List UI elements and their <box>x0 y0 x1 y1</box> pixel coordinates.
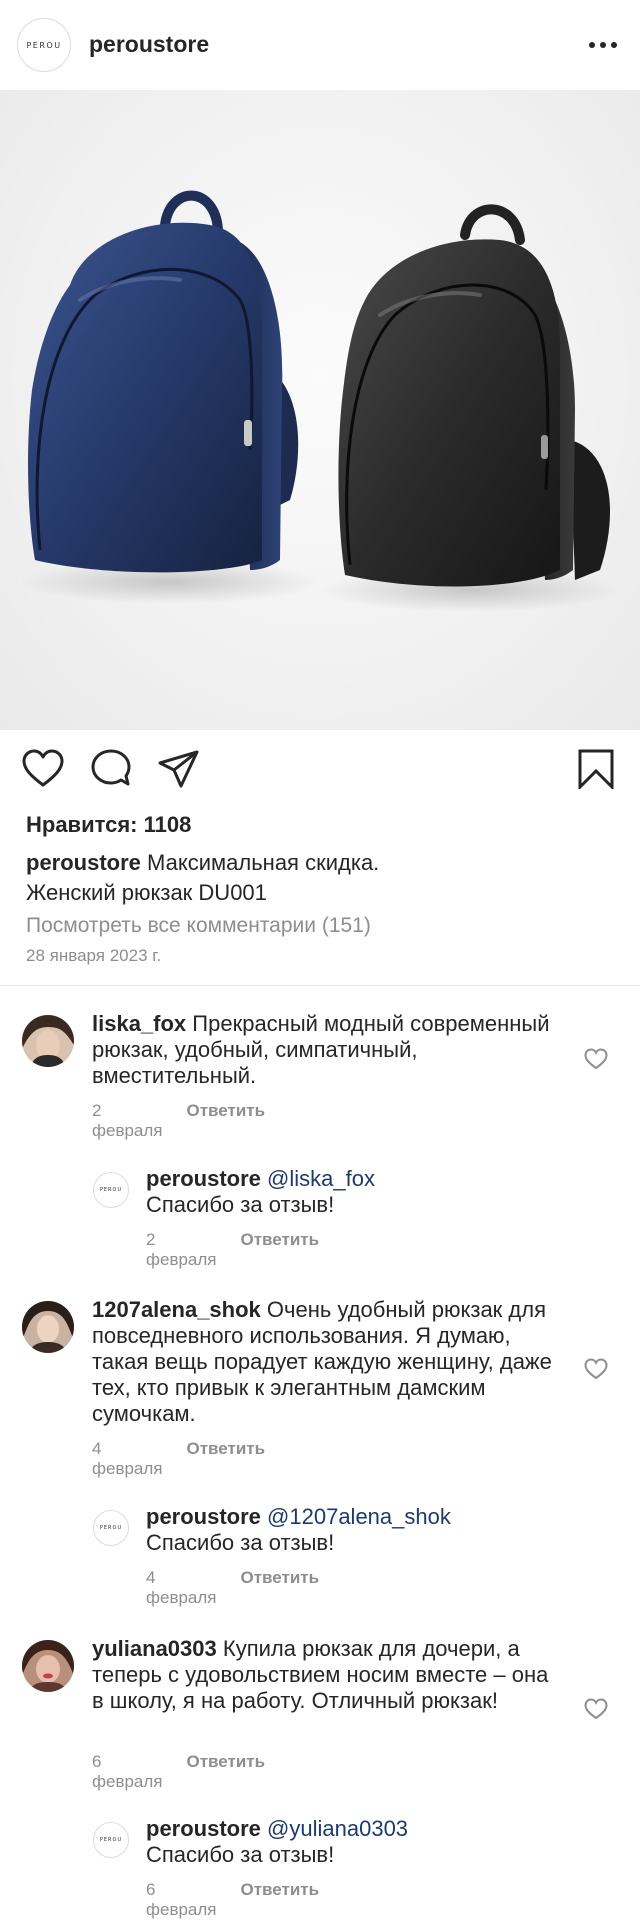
action-bar <box>0 745 640 793</box>
comment-date: 6 февраля <box>92 1752 163 1791</box>
reply-button[interactable]: Ответить <box>241 1880 320 1920</box>
comment-date: 2 февраля <box>92 1101 163 1140</box>
reply-button[interactable]: Ответить <box>187 1101 266 1141</box>
caption-username[interactable]: peroustore <box>26 850 141 875</box>
reply-body: Спасибо за отзыв! <box>146 1530 335 1555</box>
comment-meta: 4 февраля Ответить <box>92 1439 265 1479</box>
reply-text: peroustore @yuliana0303 Спасибо за отзыв… <box>146 1816 566 1868</box>
reply-meta: 4 февраля Ответить <box>146 1568 319 1608</box>
comment-username[interactable]: yuliana0303 <box>92 1636 217 1661</box>
store-logo: PEROU <box>99 1525 123 1531</box>
divider <box>0 985 640 986</box>
reply-mention[interactable]: @liska_fox <box>267 1166 375 1191</box>
comment-text: 1207alena_shok Очень удобный рюкзак для … <box>92 1297 562 1427</box>
more-options-icon[interactable] <box>580 38 626 52</box>
reply-body: Спасибо за отзыв! <box>146 1192 335 1217</box>
avatar[interactable] <box>22 1301 74 1353</box>
comment-meta: 6 февраля Ответить <box>92 1752 265 1792</box>
avatar[interactable]: PEROU <box>93 1510 129 1546</box>
reply-button[interactable]: Ответить <box>187 1752 266 1792</box>
comment-username[interactable]: liska_fox <box>92 1011 186 1036</box>
reply-date: 4 февраля <box>146 1568 217 1607</box>
comment-like-icon[interactable] <box>584 1048 608 1070</box>
reply-mention[interactable]: @yuliana0303 <box>267 1816 408 1841</box>
reply-meta: 2 февраля Ответить <box>146 1230 319 1270</box>
comment-icon[interactable] <box>90 749 134 789</box>
reply-text: peroustore @liska_fox Спасибо за отзыв! <box>146 1166 566 1218</box>
send-icon[interactable] <box>157 749 201 789</box>
backpacks-illustration <box>20 190 620 612</box>
reply-button[interactable]: Ответить <box>187 1439 266 1479</box>
reply-meta: 6 февраля Ответить <box>146 1880 319 1920</box>
comment-meta: 2 февраля Ответить <box>92 1101 265 1141</box>
reply-mention[interactable]: @1207alena_shok <box>267 1504 451 1529</box>
reply-button[interactable]: Ответить <box>241 1568 320 1608</box>
comment-date: 4 февраля <box>92 1439 163 1478</box>
caption-text: Максимальная скидка. <box>147 850 380 875</box>
bookmark-icon[interactable] <box>574 749 618 789</box>
caption-text-line2: Женский рюкзак DU001 <box>26 880 267 905</box>
avatar[interactable]: PEROU <box>93 1822 129 1858</box>
store-logo: PEROU <box>26 40 62 50</box>
avatar[interactable]: PEROU <box>93 1172 129 1208</box>
post-image[interactable] <box>0 90 640 730</box>
store-logo: PEROU <box>99 1187 123 1193</box>
comment-like-icon[interactable] <box>584 1358 608 1380</box>
reply-username[interactable]: peroustore <box>146 1816 261 1841</box>
reply-username[interactable]: peroustore <box>146 1166 261 1191</box>
comment-text: liska_fox Прекрасный модный современный … <box>92 1011 562 1089</box>
comment-username[interactable]: 1207alena_shok <box>92 1297 261 1322</box>
post-header: PEROU peroustore <box>0 0 640 90</box>
post-caption: peroustore Максимальная скидка. Женский … <box>26 848 616 908</box>
store-logo: PEROU <box>99 1837 123 1843</box>
avatar[interactable] <box>22 1640 74 1692</box>
likes-count[interactable]: Нравится: 1108 <box>26 812 191 838</box>
view-all-comments-link[interactable]: Посмотреть все комментарии (151) <box>26 914 371 938</box>
reply-text: peroustore @1207alena_shok Спасибо за от… <box>146 1504 566 1556</box>
avatar[interactable] <box>22 1015 74 1067</box>
reply-date: 2 февраля <box>146 1230 217 1269</box>
comment-text: yuliana0303 Купила рюкзак для дочери, а … <box>92 1636 562 1714</box>
reply-button[interactable]: Ответить <box>241 1230 320 1270</box>
store-avatar[interactable]: PEROU <box>17 18 71 72</box>
post-username[interactable]: peroustore <box>89 31 209 58</box>
reply-username[interactable]: peroustore <box>146 1504 261 1529</box>
heart-icon[interactable] <box>21 749 65 789</box>
reply-body: Спасибо за отзыв! <box>146 1842 335 1867</box>
reply-date: 6 февраля <box>146 1880 217 1919</box>
comment-like-icon[interactable] <box>584 1698 608 1720</box>
post-date: 28 января 2023 г. <box>26 946 162 965</box>
